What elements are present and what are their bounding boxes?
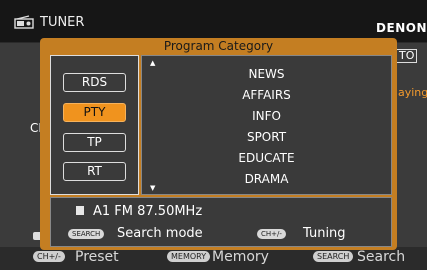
tuner-screen: TUNER DENON TO aying CH CH+/- Preset MEM… (0, 0, 427, 270)
radio-icon (14, 14, 34, 29)
list-item[interactable]: INFO (142, 109, 391, 123)
dialog-title: Program Category (163, 39, 274, 53)
source-title: TUNER (40, 15, 85, 30)
scroll-down-icon[interactable]: ▼ (150, 184, 155, 192)
memory-hint[interactable]: Memory (212, 249, 269, 265)
category-mode-panel: RDS PTY TP RT (50, 55, 139, 195)
tp-button[interactable]: TP (63, 133, 126, 152)
station-info-panel: A1 FM 87.50MHz SEARCH Search mode CH+/- … (50, 197, 392, 247)
search-hint[interactable]: Search (357, 249, 405, 265)
pty-button[interactable]: PTY (63, 103, 126, 122)
program-type-list: ▲ NEWS AFFAIRS INFO SPORT EDUCATE DRAMA … (141, 55, 392, 195)
rt-button[interactable]: RT (63, 162, 126, 181)
list-item[interactable]: AFFAIRS (142, 88, 391, 102)
list-item[interactable]: SPORT (142, 130, 391, 144)
auto-indicator: TO (396, 49, 418, 63)
memory-key-icon: MEMORY (167, 251, 211, 262)
preset-key-icon: CH+/- (33, 251, 65, 262)
preset-hint[interactable]: Preset (75, 249, 119, 265)
top-bar: TUNER DENON (0, 0, 427, 43)
search-key-icon: SEARCH (68, 229, 105, 239)
scroll-up-icon[interactable]: ▲ (150, 59, 155, 67)
station-frequency: A1 FM 87.50MHz (93, 204, 203, 219)
tuning-hint[interactable]: Tuning (303, 226, 346, 241)
rds-button[interactable]: RDS (63, 73, 126, 92)
list-item[interactable]: EDUCATE (142, 151, 391, 165)
search-mode-hint[interactable]: Search mode (117, 226, 203, 241)
brand-logo: DENON (376, 21, 427, 35)
search-key-icon: SEARCH (313, 251, 354, 262)
playing-status: aying (398, 86, 427, 99)
memory-icon (76, 206, 84, 215)
program-category-dialog: Program Category RDS PTY TP RT ▲ NEWS AF… (40, 38, 397, 250)
tuning-key-icon: CH+/- (257, 229, 286, 239)
list-item[interactable]: DRAMA (142, 172, 391, 186)
list-item[interactable]: NEWS (142, 67, 391, 81)
